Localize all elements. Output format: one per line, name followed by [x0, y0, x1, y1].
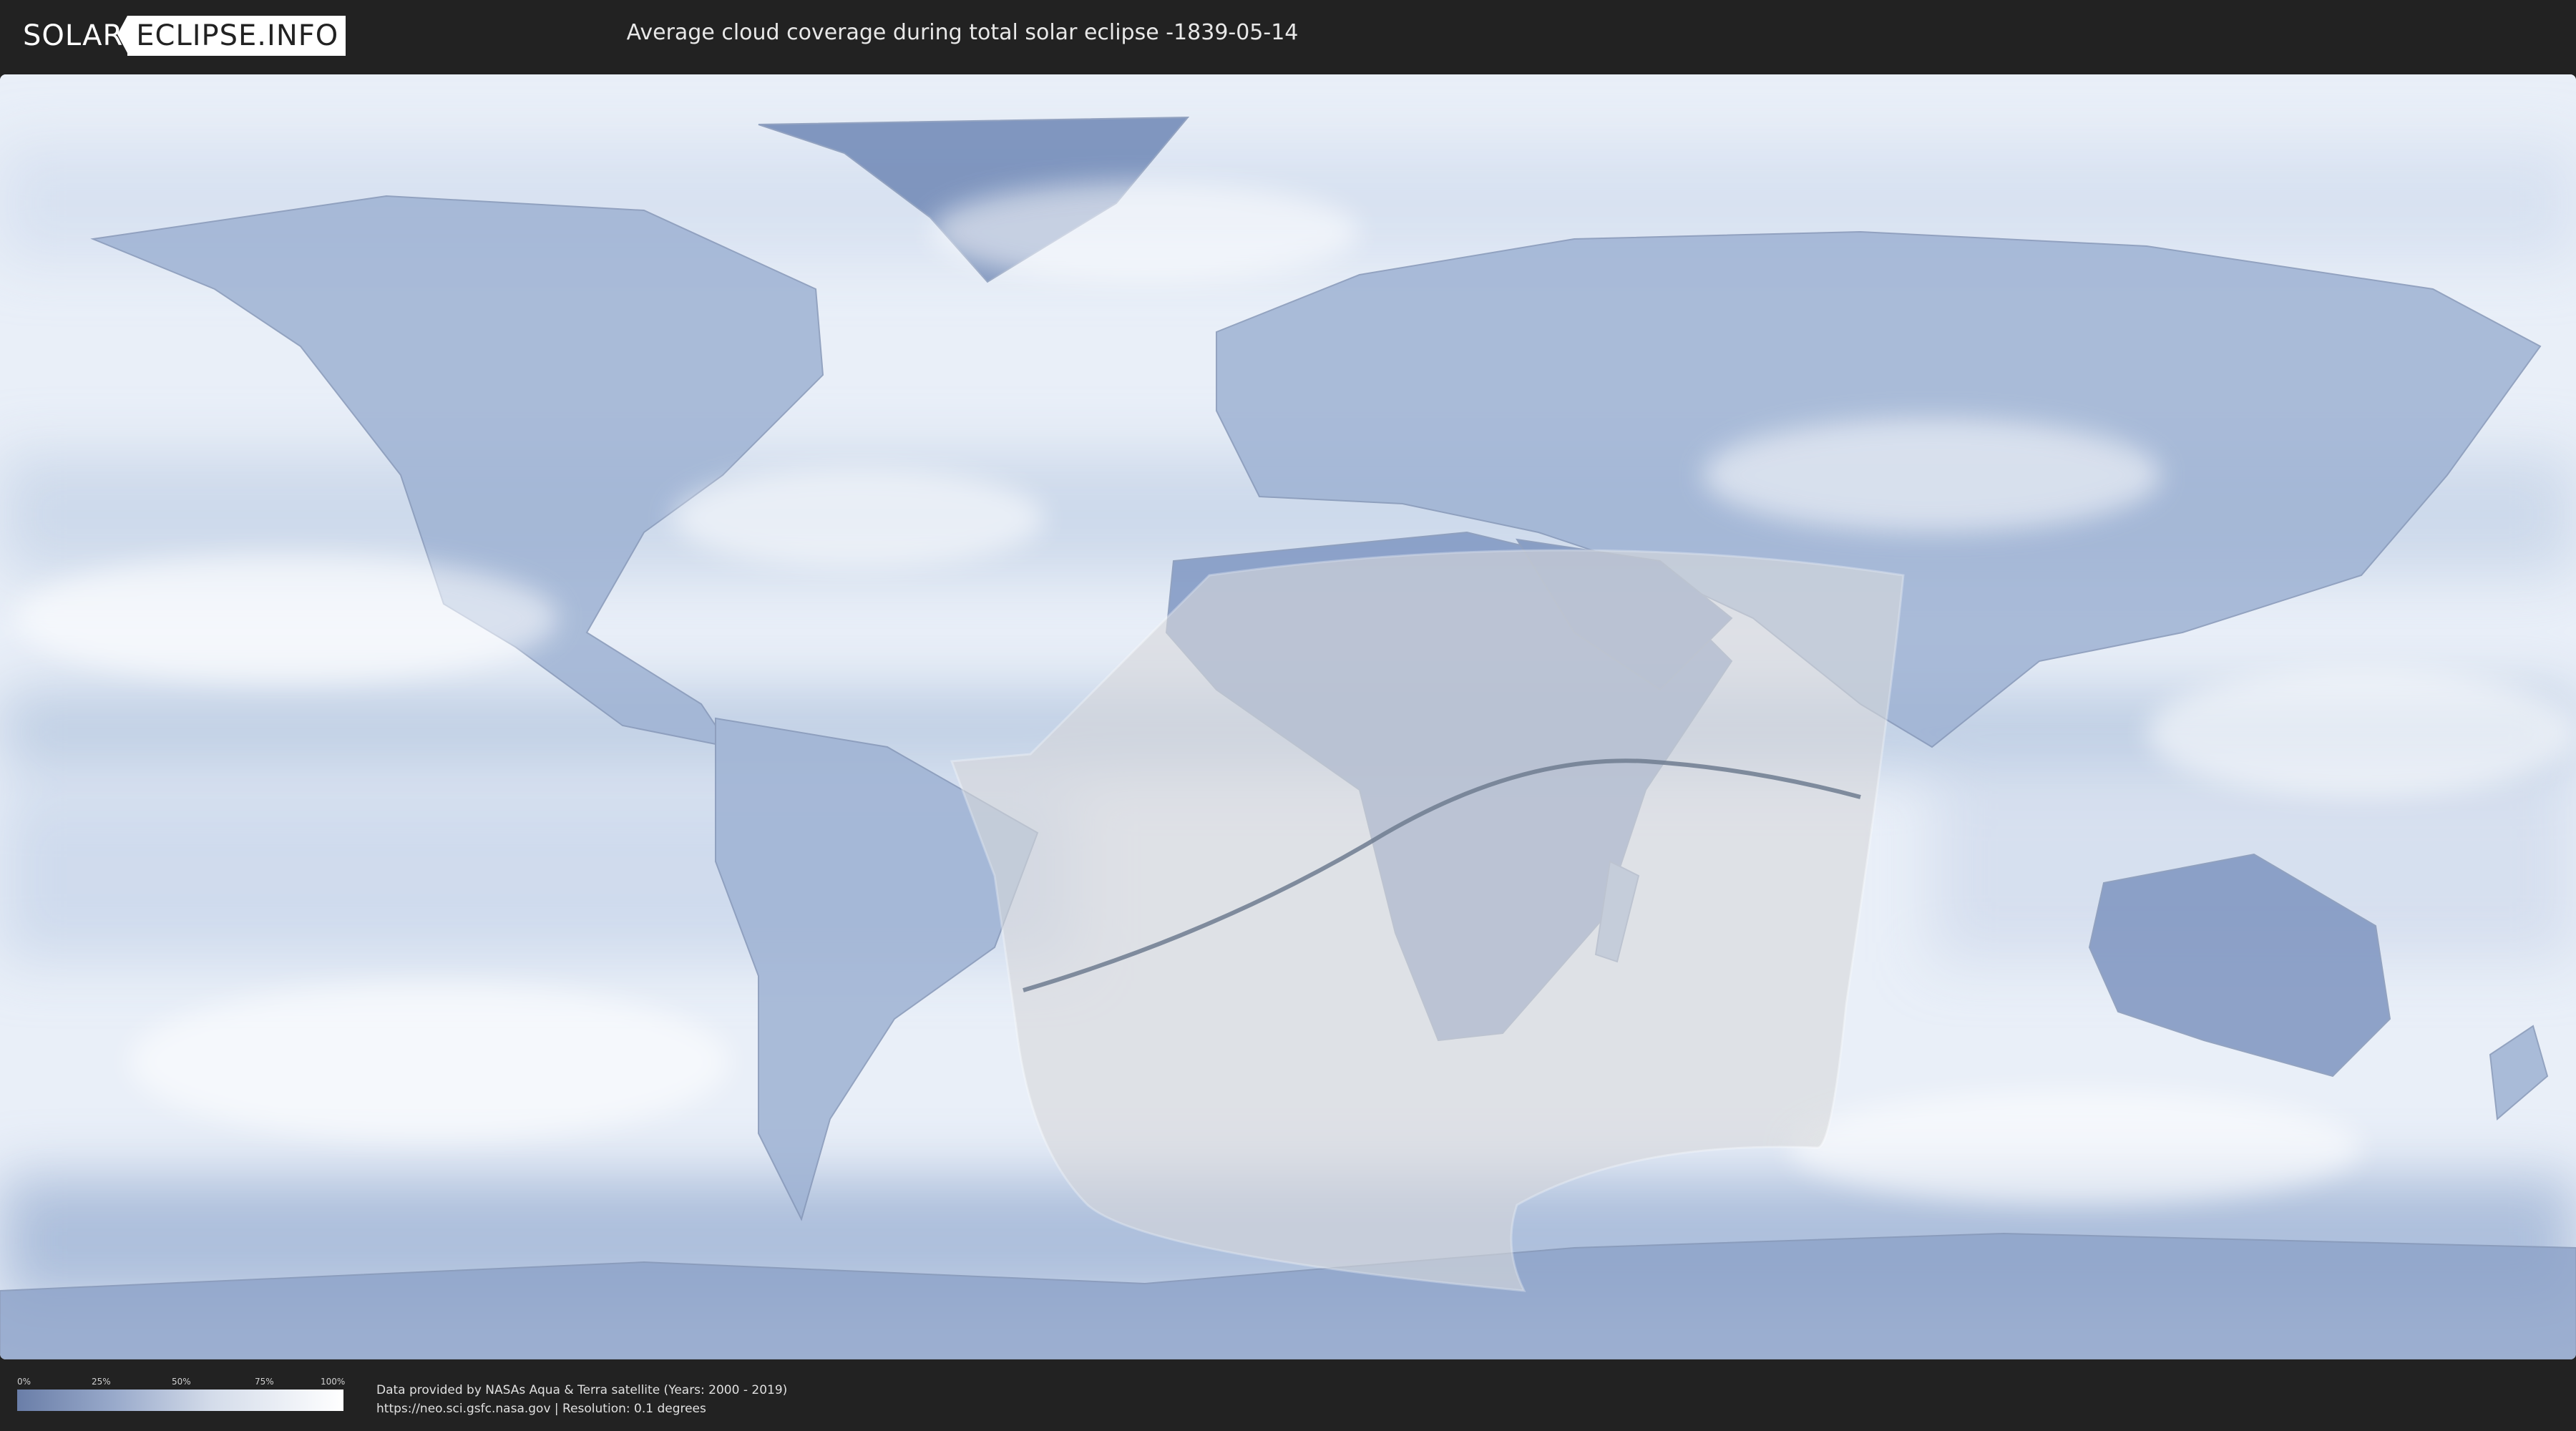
footer-bar: 0% 25% 50% 75% 100% Data provided by NAS…: [0, 1359, 2576, 1431]
legend-ticks: 0% 25% 50% 75% 100%: [17, 1377, 346, 1390]
credit-line-1: Data provided by NASAs Aqua & Terra sate…: [376, 1383, 788, 1397]
legend-tick-25: 25%: [92, 1377, 111, 1387]
legend-tick-75: 75%: [255, 1377, 274, 1387]
legend-tick-50: 50%: [172, 1377, 191, 1387]
header-bar: SOLAR ECLIPSE.INFO Average cloud coverag…: [0, 0, 2576, 72]
data-credit: Data provided by NASAs Aqua & Terra sate…: [376, 1381, 787, 1418]
legend-color-bar: [17, 1390, 343, 1411]
legend-tick-100: 100%: [321, 1377, 346, 1387]
credit-line-2[interactable]: https://neo.sci.gsfc.nasa.gov | Resoluti…: [376, 1400, 787, 1418]
cloud-coverage-map[interactable]: [0, 74, 2576, 1359]
world-map-svg: [0, 74, 2576, 1359]
page-title: Average cloud coverage during total sola…: [626, 20, 1299, 45]
cloud-coverage-legend: 0% 25% 50% 75% 100%: [17, 1377, 346, 1411]
legend-tick-0: 0%: [17, 1377, 31, 1387]
